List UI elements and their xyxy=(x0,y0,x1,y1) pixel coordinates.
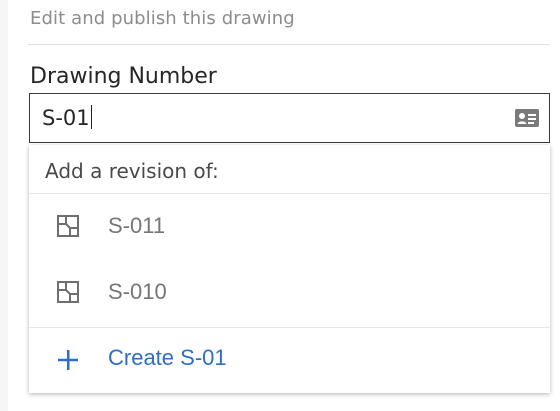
plus-icon xyxy=(58,350,78,370)
create-drawing-label: Create S-01 xyxy=(108,345,227,370)
revision-option-label: S-010 xyxy=(108,279,167,304)
revision-dropdown: Add a revision of: S-011 S-010 Create S-… xyxy=(29,145,550,393)
dropdown-header: Add a revision of: xyxy=(45,159,219,183)
drawing-icon xyxy=(57,281,79,303)
drawing-icon xyxy=(57,215,79,237)
dropdown-divider xyxy=(29,193,550,194)
header-divider xyxy=(28,44,550,45)
contact-card-icon[interactable] xyxy=(515,108,539,128)
revision-option-s-011[interactable]: S-011 xyxy=(29,195,550,257)
revision-option-s-010[interactable]: S-010 xyxy=(29,261,550,323)
drawing-number-label: Drawing Number xyxy=(30,64,217,89)
revision-option-label: S-011 xyxy=(108,213,166,238)
create-drawing-option[interactable]: Create S-01 xyxy=(29,328,550,392)
text-caret xyxy=(90,105,92,129)
drawing-number-input[interactable]: S-01 xyxy=(29,93,550,143)
drawing-number-value-text: S-01 xyxy=(42,106,90,130)
panel-subtitle: Edit and publish this drawing xyxy=(30,8,295,29)
drawing-number-value[interactable]: S-01 xyxy=(42,105,92,130)
drawing-edit-panel: Edit and publish this drawing Drawing Nu… xyxy=(8,0,560,411)
